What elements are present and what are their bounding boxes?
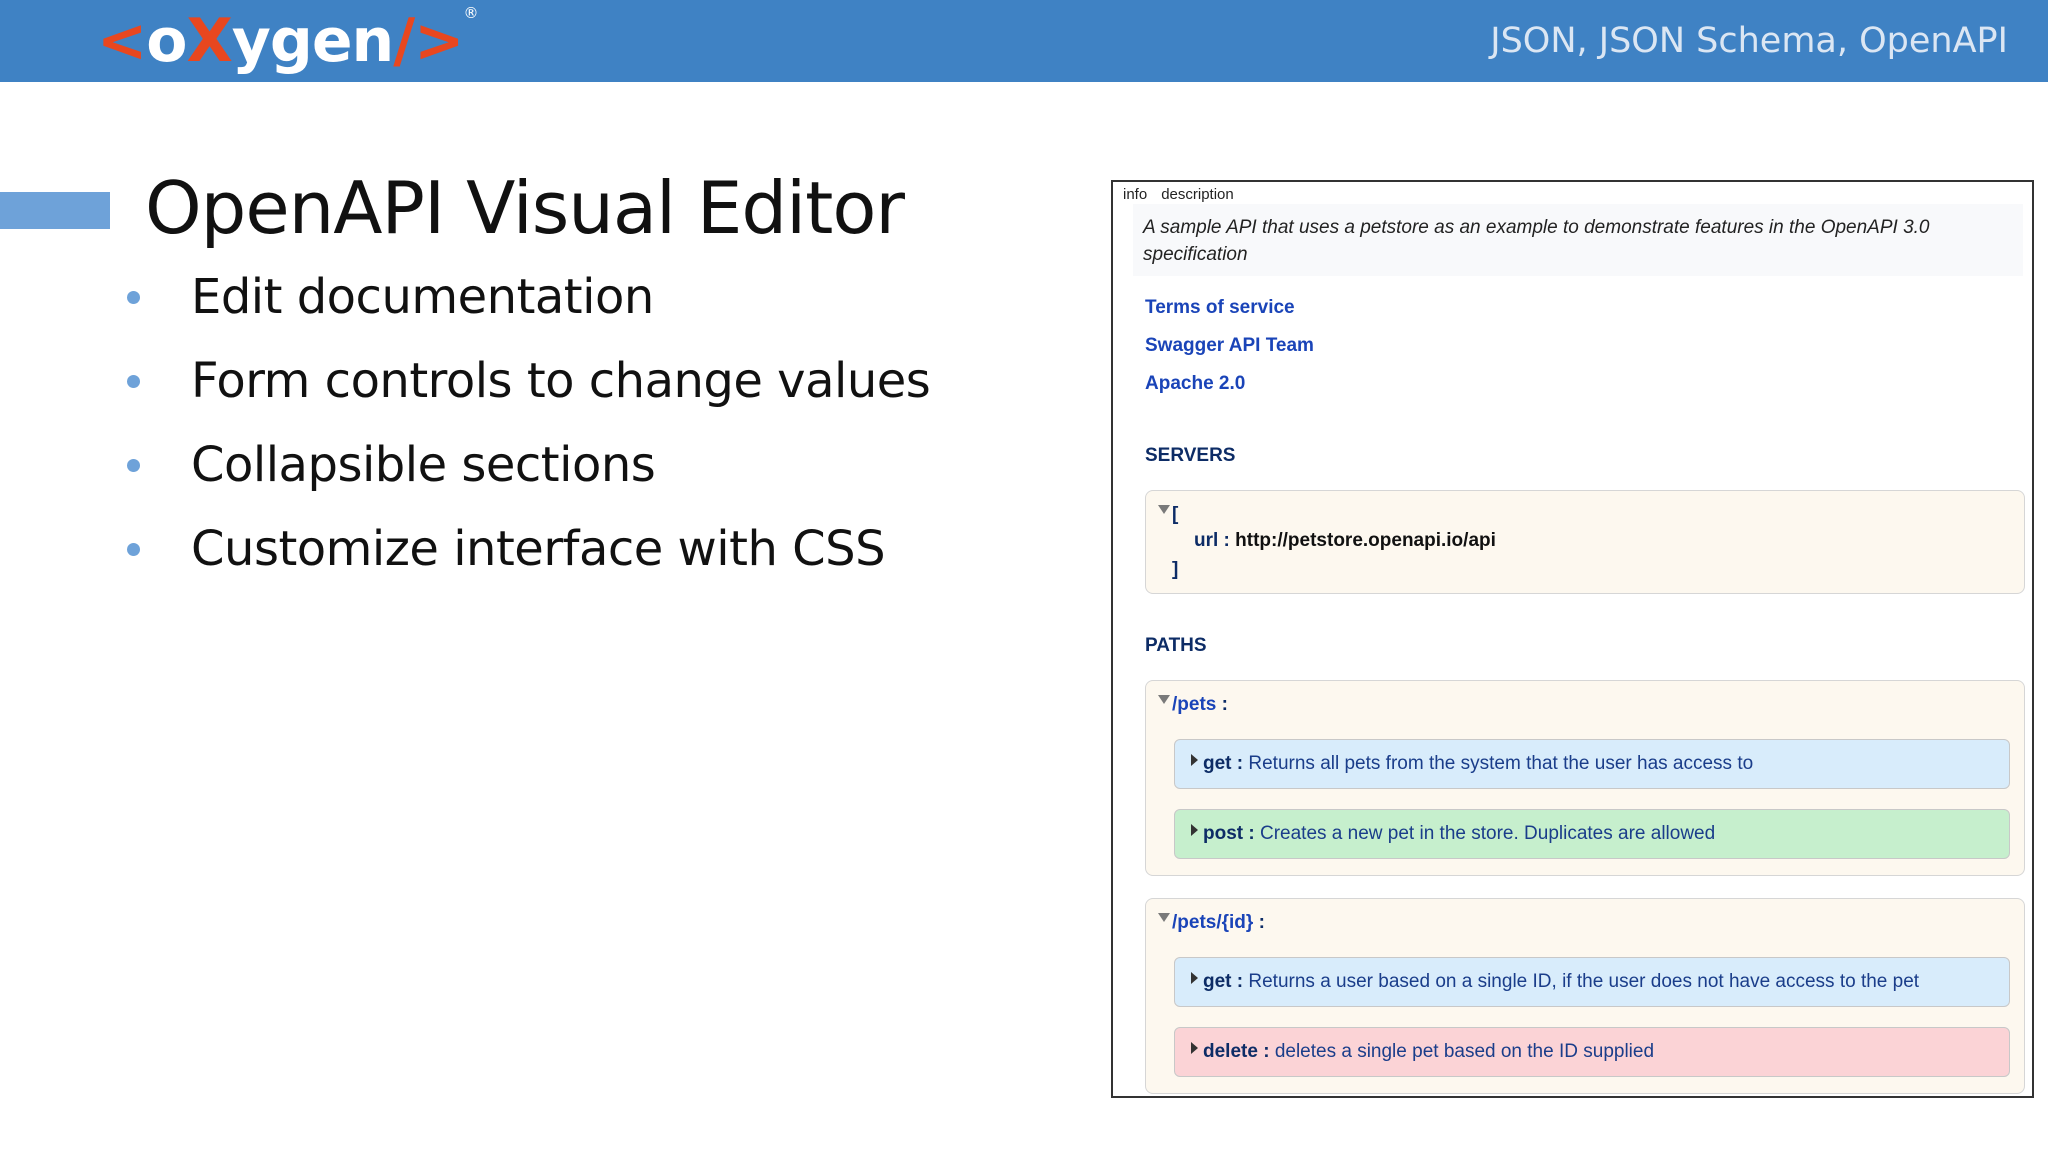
collapse-triangle-icon[interactable] [1158,695,1170,704]
path-name[interactable]: /pets/{id} : [1172,911,1265,935]
paths-title: PATHS [1145,635,1207,656]
breadcrumb-item-description[interactable]: description [1161,186,1234,203]
expand-triangle-icon[interactable] [1191,754,1198,766]
path-name[interactable]: /pets : [1172,693,1228,717]
license-link[interactable]: Apache 2.0 [1145,372,1245,396]
path-section-pets: /pets : get : Returns all pets from the … [1145,680,2025,876]
bullet-dot-icon [127,291,140,304]
contact-link[interactable]: Swagger API Team [1145,334,1314,358]
bullet-dot-icon [127,375,140,388]
server-url-key: url : [1194,530,1230,551]
open-bracket: [ [1172,504,1179,525]
server-url-row: url : http://petstore.openapi.io/api [1194,529,1496,553]
header-bar: <oXygen/> ® JSON, JSON Schema, OpenAPI [0,0,2048,82]
breadcrumb-item-info[interactable]: info [1123,186,1147,203]
servers-title: SERVERS [1145,445,1236,466]
servers-section: [ url : http://petstore.openapi.io/api ] [1145,490,2025,594]
operation-label: get : Returns all pets from the system t… [1203,753,1754,774]
path-section-pets-id: /pets/{id} : get : Returns a user based … [1145,898,2025,1094]
operation-label: get : Returns a user based on a single I… [1203,971,1920,992]
operation-label: delete : deletes a single pet based on t… [1203,1041,1655,1062]
slide-title: OpenAPI Visual Editor [145,166,905,250]
oxygen-logo: <oXygen/> ® [97,4,478,76]
expand-triangle-icon[interactable] [1191,972,1198,984]
breadcrumb: info description [1123,186,1248,204]
operation-post-pets[interactable]: post : Creates a new pet in the store. D… [1174,809,2010,859]
operation-get-pet-by-id[interactable]: get : Returns a user based on a single I… [1174,957,2010,1007]
collapse-triangle-icon[interactable] [1158,913,1170,922]
operation-delete-pet[interactable]: delete : deletes a single pet based on t… [1174,1027,2010,1077]
header-subtitle: JSON, JSON Schema, OpenAPI [1490,21,2008,61]
registered-mark: ® [463,4,478,22]
terms-of-service-link[interactable]: Terms of service [1145,296,1295,320]
operation-label: post : Creates a new pet in the store. D… [1203,823,1716,844]
bullet-dot-icon [127,543,140,556]
close-bracket: ] [1172,559,1179,580]
openapi-editor-panel: info description A sample API that uses a… [1111,180,2034,1098]
operation-get-pets[interactable]: get : Returns all pets from the system t… [1174,739,2010,789]
expand-triangle-icon[interactable] [1191,824,1198,836]
collapse-triangle-icon[interactable] [1158,505,1170,514]
title-accent-bar [0,192,110,229]
expand-triangle-icon[interactable] [1191,1042,1198,1054]
server-url-value[interactable]: http://petstore.openapi.io/api [1235,530,1496,551]
bullet-dot-icon [127,459,140,472]
description-field[interactable]: A sample API that uses a petstore as an … [1133,204,2023,276]
description-text[interactable]: A sample API that uses a petstore as an … [1143,214,2013,268]
